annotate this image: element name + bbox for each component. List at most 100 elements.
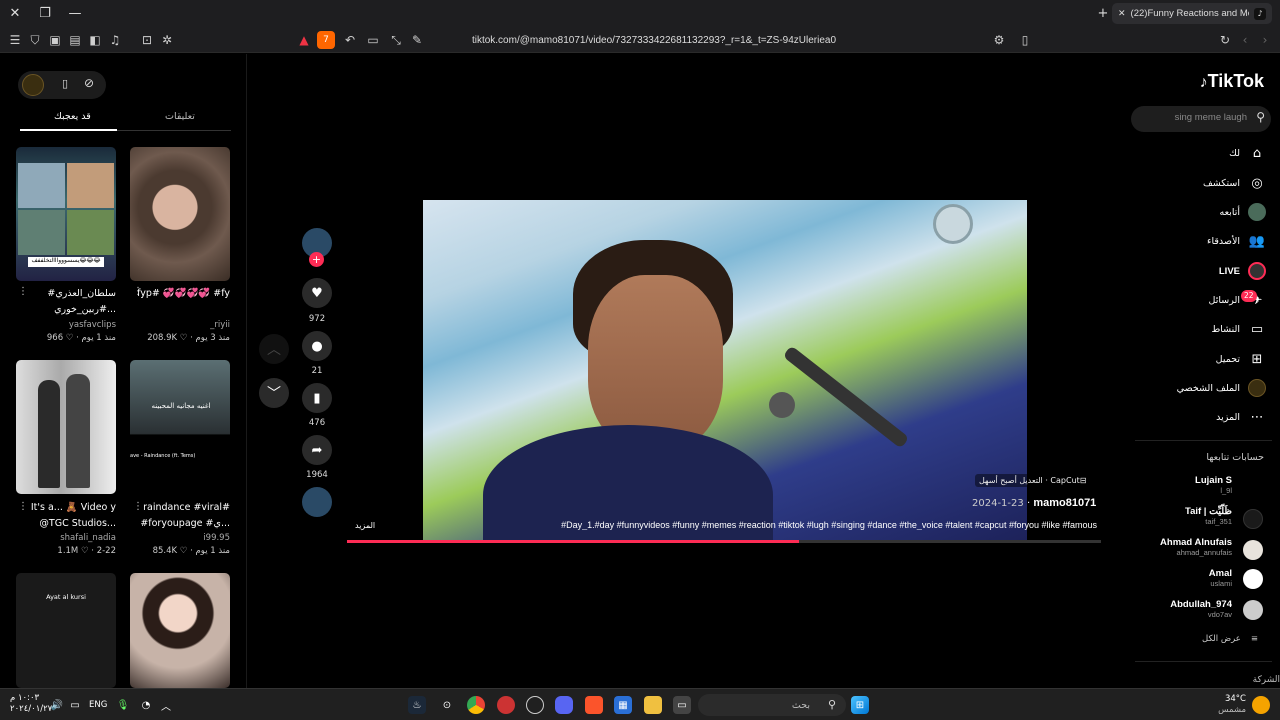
app-icon[interactable] bbox=[526, 696, 544, 714]
search-icon[interactable]: ⚲ bbox=[1256, 110, 1265, 124]
avatar[interactable] bbox=[1243, 509, 1263, 529]
follow-plus-icon[interactable]: + bbox=[309, 252, 324, 267]
screenshot-icon[interactable]: ⊡ bbox=[138, 31, 156, 49]
tab-comments[interactable]: تعليقات bbox=[165, 111, 195, 122]
followed-account[interactable]: Ahmad Alnufais ahmad_annufais bbox=[1160, 537, 1232, 557]
reload-icon[interactable]: ↻ bbox=[1216, 31, 1234, 49]
video-hashtags[interactable]: #Day_1.#day #funnyvideos #funny #memes #… bbox=[480, 520, 1097, 530]
card-caption[interactable]: #سلطان_العذري #ربين_خوري... bbox=[8, 286, 116, 318]
video-thumbnail[interactable] bbox=[130, 573, 230, 688]
nav-friends[interactable]: الأصدقاء 👥 bbox=[1207, 230, 1266, 252]
card-caption[interactable]: raindance #viral# #foryoupage #ي... bbox=[122, 500, 230, 532]
compass-icon[interactable]: ⊘ bbox=[84, 76, 94, 90]
save-button[interactable]: ▮ bbox=[302, 383, 332, 413]
nav-activity[interactable]: النشاط ▭ bbox=[1211, 318, 1266, 340]
nav-profile[interactable]: الملف الشخصي bbox=[1177, 377, 1266, 399]
card-caption[interactable]: fyp# 💞💞💞💞 #fy bbox=[122, 286, 230, 302]
reader-icon[interactable]: ▤ bbox=[66, 31, 84, 49]
video-player[interactable] bbox=[423, 200, 1027, 540]
user-avatar[interactable] bbox=[22, 74, 44, 96]
brave-icon[interactable] bbox=[585, 696, 603, 714]
windows-start-icon[interactable]: ⊞ bbox=[851, 696, 869, 714]
task-view-icon[interactable]: ▭ bbox=[673, 696, 691, 714]
video-author[interactable]: mamo81071 bbox=[1033, 497, 1096, 509]
sidebar-icon[interactable]: ◧ bbox=[86, 31, 104, 49]
chrome-icon[interactable] bbox=[467, 696, 485, 714]
tiktok-logo[interactable]: ♪TikTok bbox=[1200, 71, 1264, 92]
avatar[interactable] bbox=[1243, 540, 1263, 560]
share-button[interactable]: ➦ bbox=[302, 435, 332, 465]
tab-you-may-like[interactable]: قد يعجبك bbox=[54, 111, 91, 122]
device-icon[interactable]: ▯ bbox=[62, 77, 68, 90]
thumbnail-overlay-text: Ayat al kursi bbox=[46, 593, 86, 601]
wallet-icon[interactable]: ▣ bbox=[46, 31, 64, 49]
nav-upload[interactable]: تحميل ⊞ bbox=[1216, 348, 1266, 370]
steelseries-icon[interactable]: ⊙ bbox=[438, 696, 456, 714]
video-thumbnail[interactable]: Ayat al kursi bbox=[16, 573, 116, 688]
bookmark-icon[interactable]: ▯ bbox=[1016, 31, 1034, 49]
nav-messages[interactable]: الرسائل ✈ bbox=[1209, 289, 1266, 311]
weather-widget[interactable]: 34°C مشمس bbox=[1216, 694, 1246, 716]
chevron-up-icon[interactable]: ︿ bbox=[157, 696, 175, 714]
shield-icon[interactable]: ⛉ bbox=[26, 31, 44, 49]
divider bbox=[1135, 661, 1272, 662]
minimize-window-icon[interactable]: — bbox=[60, 0, 90, 27]
menu-icon[interactable]: ☰ bbox=[6, 31, 24, 49]
game-launcher-icon[interactable] bbox=[497, 696, 515, 714]
forward-icon[interactable]: › bbox=[1256, 31, 1274, 49]
search-input[interactable]: sing meme laugh ⚲ bbox=[1131, 106, 1271, 132]
site-settings-icon[interactable]: ⚙ bbox=[990, 31, 1008, 49]
music-icon[interactable]: ♫ bbox=[106, 31, 124, 49]
nav-label: المزيد bbox=[1216, 411, 1240, 423]
video-thumbnail[interactable]: يسسوووااالتخلففف😂😂😂 bbox=[16, 147, 116, 281]
close-window-icon[interactable]: ✕ bbox=[0, 0, 30, 27]
next-video-button[interactable]: ﹀ bbox=[259, 378, 289, 408]
nav-explore[interactable]: استكشف ◎ bbox=[1203, 172, 1266, 194]
show-all-link[interactable]: عرض الكل ≡ bbox=[1202, 634, 1258, 644]
card-user[interactable]: shafali_nadia bbox=[16, 533, 116, 543]
browser-tab[interactable]: ✕ (22)Funny Reactions and Meme ♪ bbox=[1112, 3, 1272, 24]
address-bar[interactable]: tiktok.com/@mamo81071/video/732733342268… bbox=[290, 29, 1018, 51]
avatar[interactable] bbox=[1243, 600, 1263, 620]
followed-account[interactable]: Lujain Sl_9l bbox=[1195, 475, 1232, 495]
followed-account[interactable]: Taif | ظَلّيِّت taif_351 bbox=[1185, 506, 1232, 526]
discord-icon[interactable] bbox=[555, 696, 573, 714]
tab-close-icon[interactable]: ✕ bbox=[1118, 9, 1126, 19]
network-icon[interactable]: ▭ bbox=[66, 696, 84, 714]
card-user[interactable]: _riyii bbox=[130, 320, 230, 330]
nav-live[interactable]: LIVE bbox=[1219, 260, 1266, 282]
tiktok-favicon-icon: ♪ bbox=[1254, 7, 1266, 20]
mic-icon[interactable]: 🎙 bbox=[114, 696, 132, 714]
video-thumbnail[interactable]: اغنيه مجانيه المحبينه ave - Raindance (f… bbox=[130, 360, 230, 494]
volume-icon[interactable]: 🔊 bbox=[48, 696, 66, 714]
language-indicator[interactable]: ENG bbox=[89, 700, 107, 710]
previous-video-button[interactable]: ︿ bbox=[259, 334, 289, 364]
more-link[interactable]: المزيد bbox=[355, 521, 375, 530]
steam-icon[interactable]: ♨ bbox=[408, 696, 426, 714]
video-thumbnail[interactable] bbox=[16, 360, 116, 494]
clock[interactable]: ١٠:٠٣ م ٢٠٢٤/٠١/٢٧ bbox=[10, 693, 52, 715]
save-count: 476 bbox=[308, 418, 326, 428]
restore-window-icon[interactable]: ❐ bbox=[30, 0, 60, 27]
nav-for-you[interactable]: لك ⌂ bbox=[1229, 142, 1266, 164]
video-thumbnail[interactable] bbox=[130, 147, 230, 281]
taskbar-search[interactable]: بحث ⚲ bbox=[698, 694, 846, 716]
back-icon[interactable]: ‹ bbox=[1236, 31, 1254, 49]
nav-following[interactable]: أتابعه bbox=[1220, 201, 1266, 223]
followed-account[interactable]: Amal uslami bbox=[1209, 568, 1232, 588]
file-explorer-icon[interactable] bbox=[644, 696, 662, 714]
card-user[interactable]: yasfavclips bbox=[16, 320, 116, 330]
avatar[interactable] bbox=[1243, 569, 1263, 589]
extensions-icon[interactable]: ✲ bbox=[158, 31, 176, 49]
comment-button[interactable]: ● bbox=[302, 331, 332, 361]
capcut-badge[interactable]: التعديل أصبح أسهل · CapCut ⊟ bbox=[975, 474, 1091, 487]
sound-avatar[interactable] bbox=[302, 487, 332, 517]
headset-icon[interactable]: ◔ bbox=[137, 696, 155, 714]
followed-account[interactable]: Abdullah_974 vdo7av bbox=[1170, 599, 1232, 619]
nav-more[interactable]: المزيد ⋯ bbox=[1216, 406, 1266, 428]
card-caption[interactable]: It's a... 🧸 Video y @TGC Studios... bbox=[8, 500, 116, 532]
store-icon[interactable]: ▦ bbox=[614, 696, 632, 714]
company-link[interactable]: الشركة bbox=[1253, 675, 1280, 685]
card-user[interactable]: i99.95 bbox=[130, 533, 230, 543]
like-button[interactable]: ♥ bbox=[302, 278, 332, 308]
